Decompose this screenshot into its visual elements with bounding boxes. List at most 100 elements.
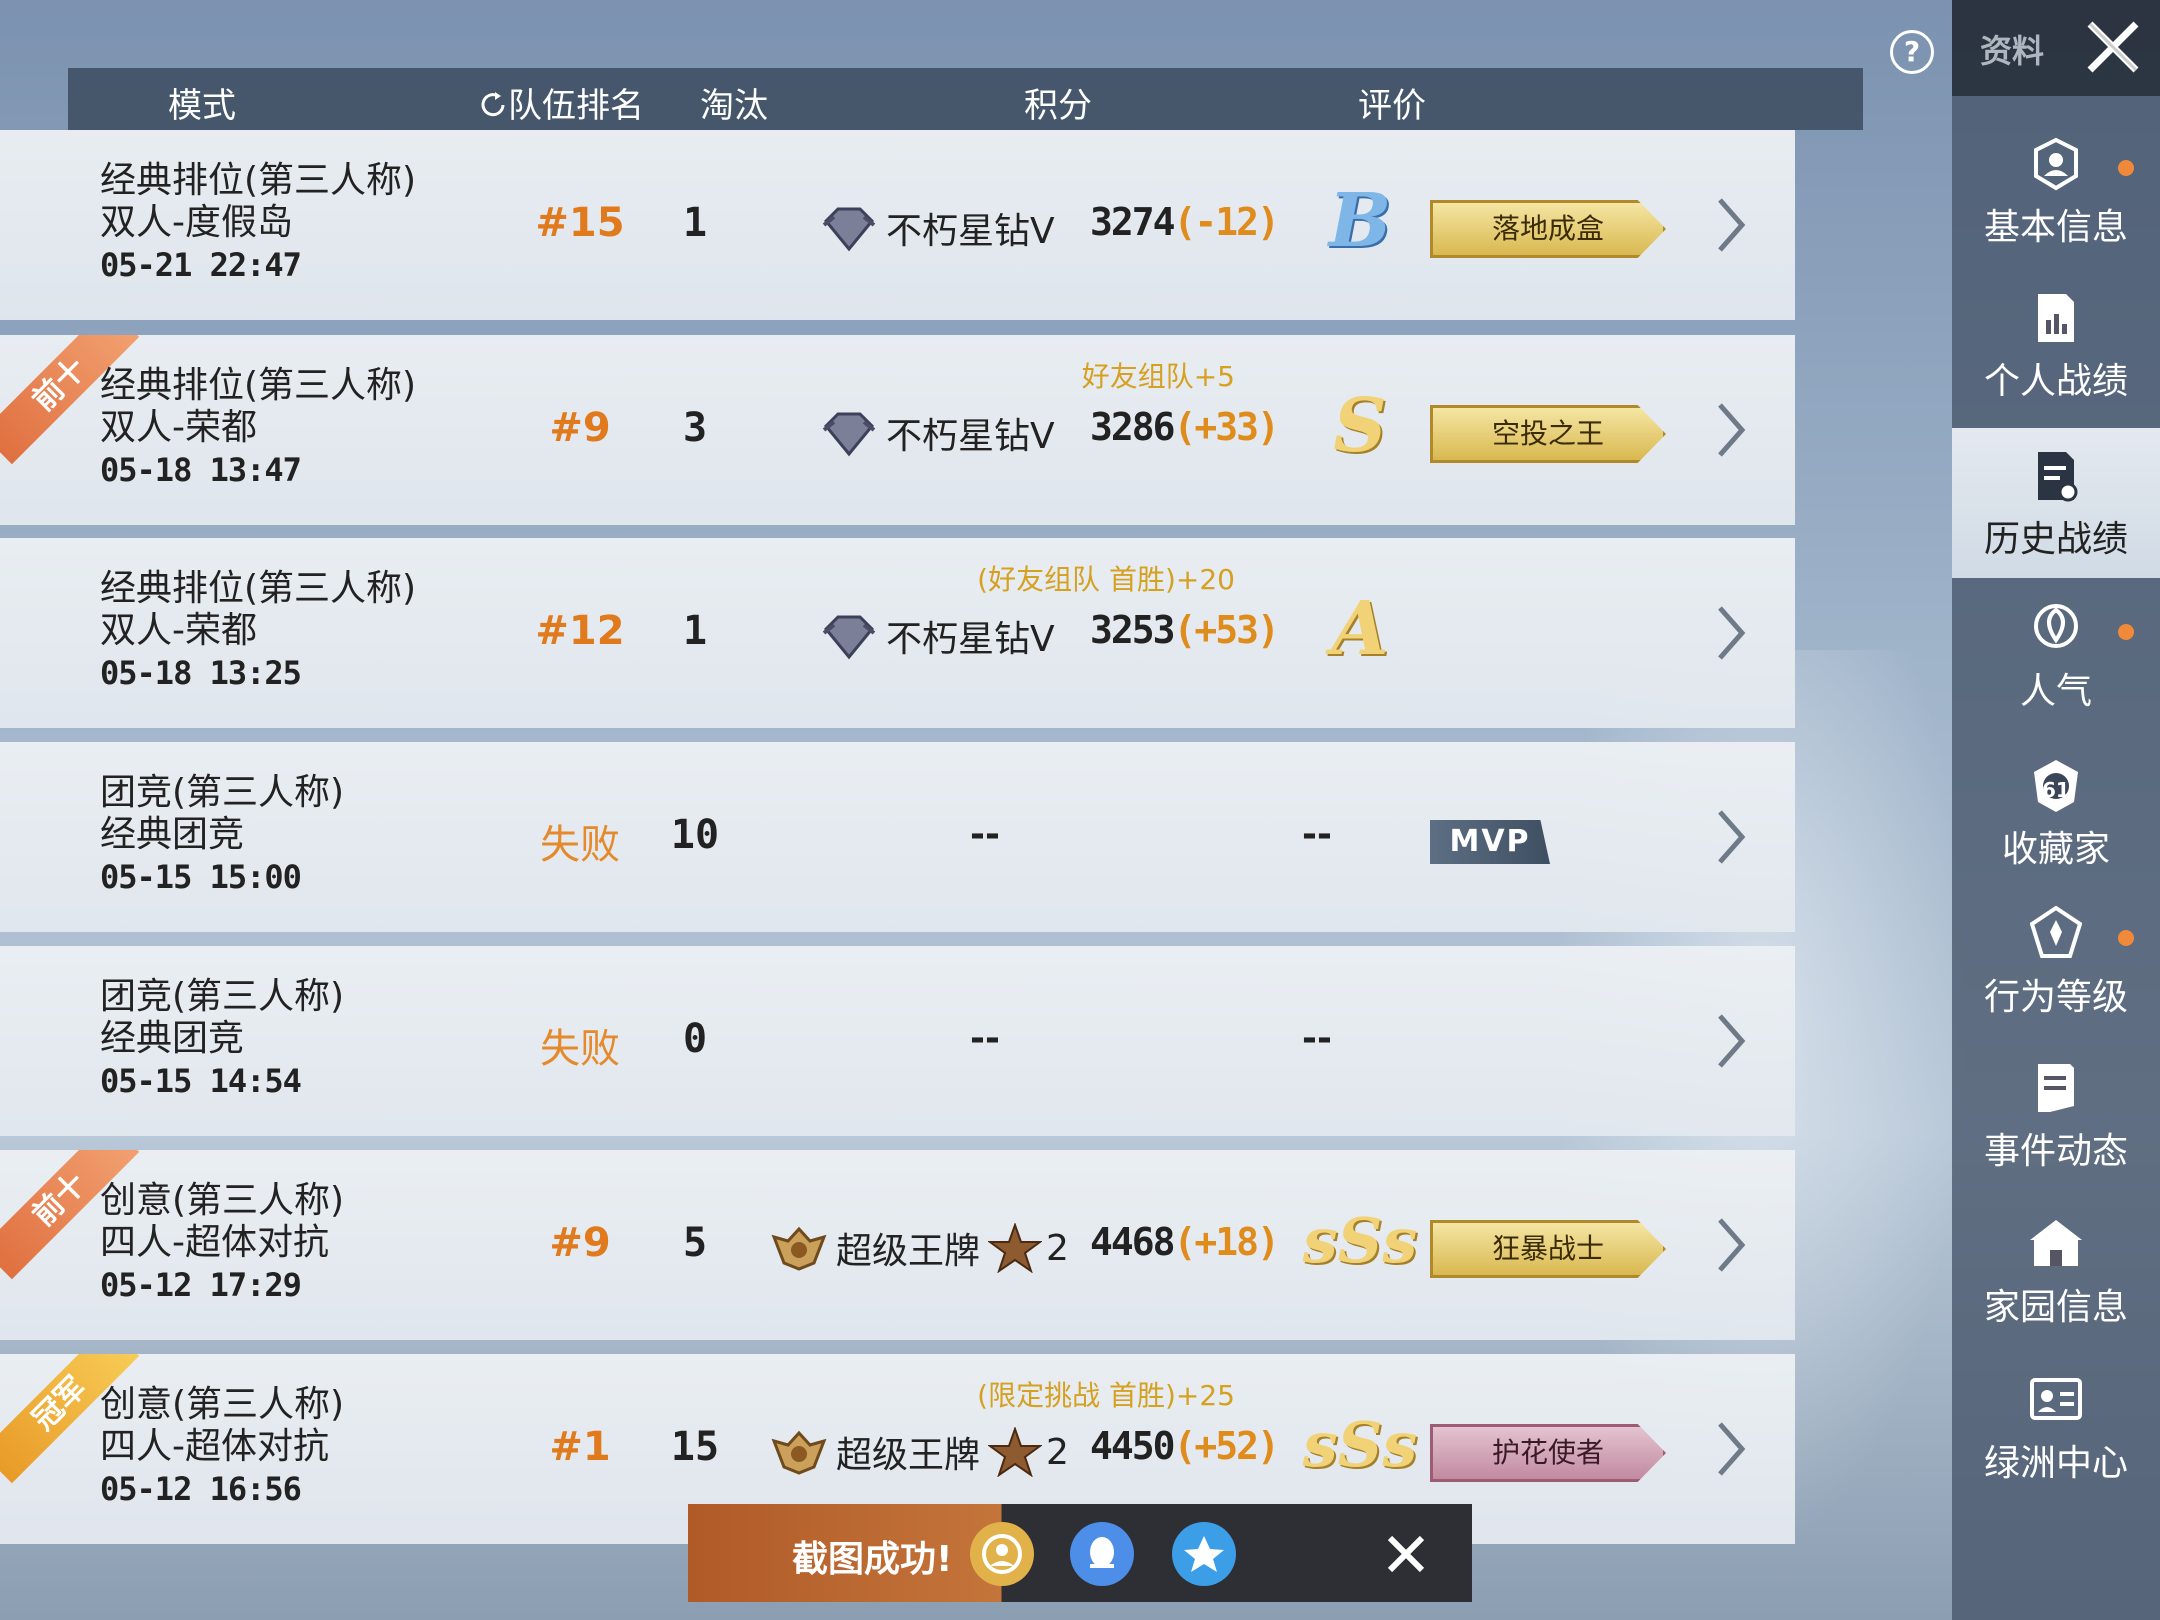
chart-document-icon <box>2038 294 2074 342</box>
mode-name: 经典排位(第三人称) <box>100 365 417 406</box>
table-header: 模式 队伍排名 淘汰 积分 评价 <box>68 68 1863 130</box>
match-row[interactable]: 经典排位(第三人称) 双人-荣都 05-18 13:25 #12 1 不朽星钻Ⅴ … <box>0 538 1795 728</box>
help-button[interactable]: ? <box>1890 30 1934 74</box>
map-name: 双人-荣都 <box>100 610 257 651</box>
mode-info: 创意(第三人称) 四人-超体对抗 05-12 16:56 <box>100 1384 344 1510</box>
score-bonus: (限定挑战 首胜)+25 <box>977 1379 1235 1412</box>
sidebar-item-behavior-shield[interactable]: 行为等级 <box>1952 886 2160 1036</box>
score-value: 4450(+52) <box>1090 1424 1280 1468</box>
chevron-right-icon[interactable] <box>1710 1210 1750 1280</box>
score-bonus: (好友组队 首胜)+20 <box>977 563 1235 596</box>
mode-name: 创意(第三人称) <box>100 1384 345 1425</box>
score-empty: -- <box>970 814 1000 855</box>
sidebar-item-label: 基本信息 <box>1983 207 2128 248</box>
map-name: 四人-超体对抗 <box>100 1222 329 1263</box>
tier-name: 超级王牌 <box>836 1231 981 1272</box>
match-date: 05-21 22:47 <box>100 246 302 284</box>
sidebar-item-label: 个人战绩 <box>1983 361 2128 402</box>
mode-name: 经典排位(第三人称) <box>100 160 417 201</box>
sidebar-item-history-document[interactable]: 历史战绩 <box>1952 428 2160 578</box>
kill-count: 5 <box>682 1220 708 1266</box>
ace-tier-icon <box>771 1430 827 1475</box>
header-kills: 淘汰 <box>700 86 768 126</box>
chevron-right-icon[interactable] <box>1710 1414 1750 1484</box>
qq-icon[interactable] <box>1070 1522 1134 1586</box>
kill-count: 0 <box>682 1016 708 1062</box>
rating-grade: A <box>1331 586 1389 672</box>
chevron-right-icon[interactable] <box>1710 802 1750 872</box>
sidebar-item-label: 家园信息 <box>1983 1287 2128 1328</box>
sidebar-item-label: 绿洲中心 <box>1983 1443 2128 1484</box>
mode-name: 经典排位(第三人称) <box>100 568 417 609</box>
tier-info: 不朽星钻Ⅴ <box>820 202 1055 254</box>
sidebar-item-label: 行为等级 <box>1983 977 2128 1018</box>
score-number: 4468 <box>1090 1220 1176 1264</box>
mode-name: 创意(第三人称) <box>100 1180 345 1221</box>
score-number: 4450 <box>1090 1424 1176 1468</box>
notification-dot <box>2118 624 2134 640</box>
sidebar-item-rose[interactable]: 人气 <box>1952 580 2160 730</box>
tier-level: 2 <box>1046 1431 1069 1473</box>
score-number: 3274 <box>1090 200 1176 244</box>
sidebar-item-event-note[interactable]: 事件动态 <box>1952 1040 2160 1190</box>
kill-count: 10 <box>670 812 720 858</box>
header-team-rank: 队伍排名 <box>478 78 644 127</box>
rating-grade: sSs <box>1302 1204 1418 1277</box>
history-document-icon <box>2038 452 2078 502</box>
kill-count: 1 <box>682 200 708 246</box>
mode-name: 团竞(第三人称) <box>100 772 345 813</box>
match-date: 05-15 14:54 <box>100 1062 302 1100</box>
chevron-right-icon[interactable] <box>1710 598 1750 668</box>
match-row[interactable]: 经典排位(第三人称) 双人-度假岛 05-21 22:47 #15 1 不朽星钻Ⅴ… <box>0 130 1795 320</box>
diamond-tier-icon <box>822 412 876 457</box>
screenshot-toast: 截图成功! <box>688 1504 1472 1602</box>
sidebar-item-home[interactable]: 家园信息 <box>1952 1196 2160 1346</box>
match-row[interactable]: 前十 创意(第三人称) 四人-超体对抗 05-12 17:29 #9 5 超级王牌… <box>0 1150 1795 1340</box>
match-row[interactable]: 团竞(第三人称) 经典团竞 05-15 14:54 失败 0 -- -- <box>0 946 1795 1136</box>
header-rating: 评价 <box>1358 86 1426 126</box>
header-score: 积分 <box>1024 86 1092 126</box>
tier-info: 超级王牌 2 <box>770 1222 1069 1274</box>
kill-count: 1 <box>682 608 708 654</box>
qzone-icon[interactable] <box>1172 1522 1236 1586</box>
match-history-table: 模式 队伍排名 淘汰 积分 评价 <box>68 68 1863 130</box>
sidebar-item-label: 事件动态 <box>1983 1131 2128 1172</box>
match-date: 05-12 16:56 <box>100 1470 302 1508</box>
close-icon[interactable] <box>2080 14 2146 80</box>
score-number: 3286 <box>1090 405 1176 449</box>
score-delta: (+52) <box>1173 1424 1280 1468</box>
tier-name: 超级王牌 <box>836 1435 981 1476</box>
mode-info: 经典排位(第三人称) 双人-荣都 05-18 13:25 <box>100 568 416 694</box>
toast-message: 截图成功! <box>792 1539 953 1580</box>
ace-tier-icon <box>771 1226 827 1271</box>
profile-sidebar: 资料 基本信息个人战绩历史战绩人气 61 收藏家行为等级事件动态家园信息绿洲中心 <box>1952 0 2160 1620</box>
mode-info: 经典排位(第三人称) 双人-度假岛 05-21 22:47 <box>100 160 416 286</box>
sidebar-item-id-card[interactable]: 绿洲中心 <box>1952 1352 2160 1502</box>
chevron-right-icon[interactable] <box>1710 190 1750 260</box>
sidebar-item-label: 人气 <box>2019 671 2092 712</box>
sidebar-item-avatar-shield[interactable]: 基本信息 <box>1952 116 2160 266</box>
diamond-tier-icon <box>822 615 876 660</box>
rating-grade: B <box>1328 178 1392 264</box>
match-row[interactable]: 团竞(第三人称) 经典团竞 05-15 15:00 失败 10 -- -- MVP <box>0 742 1795 932</box>
match-date: 05-18 13:25 <box>100 654 302 692</box>
kill-count: 3 <box>682 405 708 451</box>
header-team-rank-label: 队伍排名 <box>508 86 644 126</box>
sidebar-item-collector-badge[interactable]: 61 收藏家 <box>1952 738 2160 888</box>
title-badge: 落地成盒 <box>1430 200 1666 258</box>
camera-share-icon[interactable] <box>970 1522 1034 1586</box>
sidebar-item-chart-document[interactable]: 个人战绩 <box>1952 270 2160 420</box>
score-delta: (+33) <box>1173 405 1280 449</box>
mode-info: 团竞(第三人称) 经典团竞 05-15 15:00 <box>100 772 344 898</box>
chevron-right-icon[interactable] <box>1710 1006 1750 1076</box>
notification-dot <box>2118 930 2134 946</box>
refresh-icon[interactable] <box>478 90 508 120</box>
mode-name: 团竞(第三人称) <box>100 976 345 1017</box>
chevron-right-icon[interactable] <box>1710 395 1750 465</box>
map-name: 双人-荣都 <box>100 407 257 448</box>
sidebar-title: 资料 <box>1980 32 2045 70</box>
score-value: 4468(+18) <box>1090 1220 1280 1264</box>
sidebar-header: 资料 <box>1952 0 2160 96</box>
toast-close-icon[interactable] <box>1374 1522 1438 1586</box>
match-row[interactable]: 前十 经典排位(第三人称) 双人-荣都 05-18 13:47 #9 3 不朽星钻… <box>0 335 1795 525</box>
